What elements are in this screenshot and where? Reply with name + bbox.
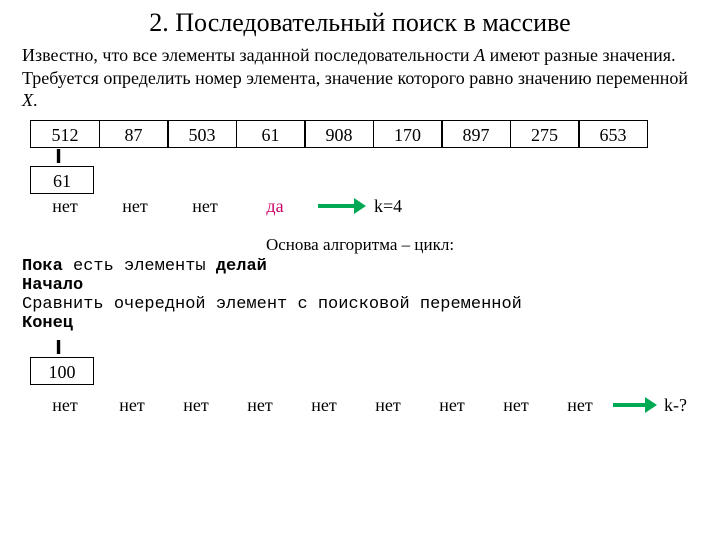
- algo-line2: Начало: [22, 276, 698, 295]
- result-k-question: k-?: [658, 395, 687, 416]
- array-cell: 61: [236, 120, 306, 148]
- result-label: нет: [164, 395, 228, 416]
- array-cell: 908: [304, 120, 374, 148]
- array-row: 512 87 503 61 908 170 897 275 653: [30, 120, 720, 148]
- intro-line1b: имеют разные значения.: [485, 45, 676, 65]
- array-cell: 275: [510, 120, 580, 148]
- results-row-1: нет нет нет да k=4: [30, 194, 720, 217]
- result-label: нет: [228, 395, 292, 416]
- array-cell: 87: [99, 120, 169, 148]
- result-label: нет: [100, 395, 164, 416]
- algorithm-block: Основа алгоритма – цикл: Пока есть элеме…: [0, 217, 720, 339]
- arrow-right-icon: [310, 197, 374, 215]
- array-cell: 170: [373, 120, 443, 148]
- intro-text: Известно, что все элементы заданной посл…: [0, 44, 720, 120]
- algo-line1: Пока есть элементы делай: [22, 257, 698, 276]
- result-label: нет: [420, 395, 484, 416]
- algo-title: Основа алгоритма – цикл:: [22, 235, 698, 257]
- array-cell: 897: [441, 120, 511, 148]
- array-cell: 503: [167, 120, 237, 148]
- result-label: нет: [484, 395, 548, 416]
- result-label: нет: [292, 395, 356, 416]
- result-label: нет: [548, 395, 612, 416]
- result-label: нет: [356, 395, 420, 416]
- result-label: нет: [100, 196, 170, 217]
- intro-line1a: Известно, что все элементы заданной посл…: [22, 45, 474, 65]
- arrow-right-icon: [612, 396, 658, 414]
- intro-var-A: A: [474, 45, 485, 65]
- vertical-bars-icon: II: [55, 148, 720, 166]
- result-k: k=4: [374, 196, 424, 217]
- array-cell: 512: [30, 120, 100, 148]
- result-label-match: да: [240, 196, 310, 217]
- algo-line3: Сравнить очередной элемент с поисковой п…: [22, 295, 698, 314]
- intro-line2: Требуется определить номер элемента, зна…: [22, 68, 688, 88]
- result-label: нет: [170, 196, 240, 217]
- result-label: нет: [30, 196, 100, 217]
- results-row-2: нет нет нет нет нет нет нет нет нет k-?: [30, 385, 720, 416]
- search-value-box: 61: [30, 166, 94, 194]
- algo-line4: Конец: [22, 314, 698, 333]
- vertical-bars-icon: II: [55, 339, 720, 357]
- intro-period: .: [33, 90, 38, 110]
- result-label: нет: [30, 395, 100, 416]
- intro-var-X: X: [22, 90, 33, 110]
- search-value-box-2: 100: [30, 357, 94, 385]
- page-title: 2. Последовательный поиск в массиве: [0, 0, 720, 44]
- array-cell: 653: [578, 120, 648, 148]
